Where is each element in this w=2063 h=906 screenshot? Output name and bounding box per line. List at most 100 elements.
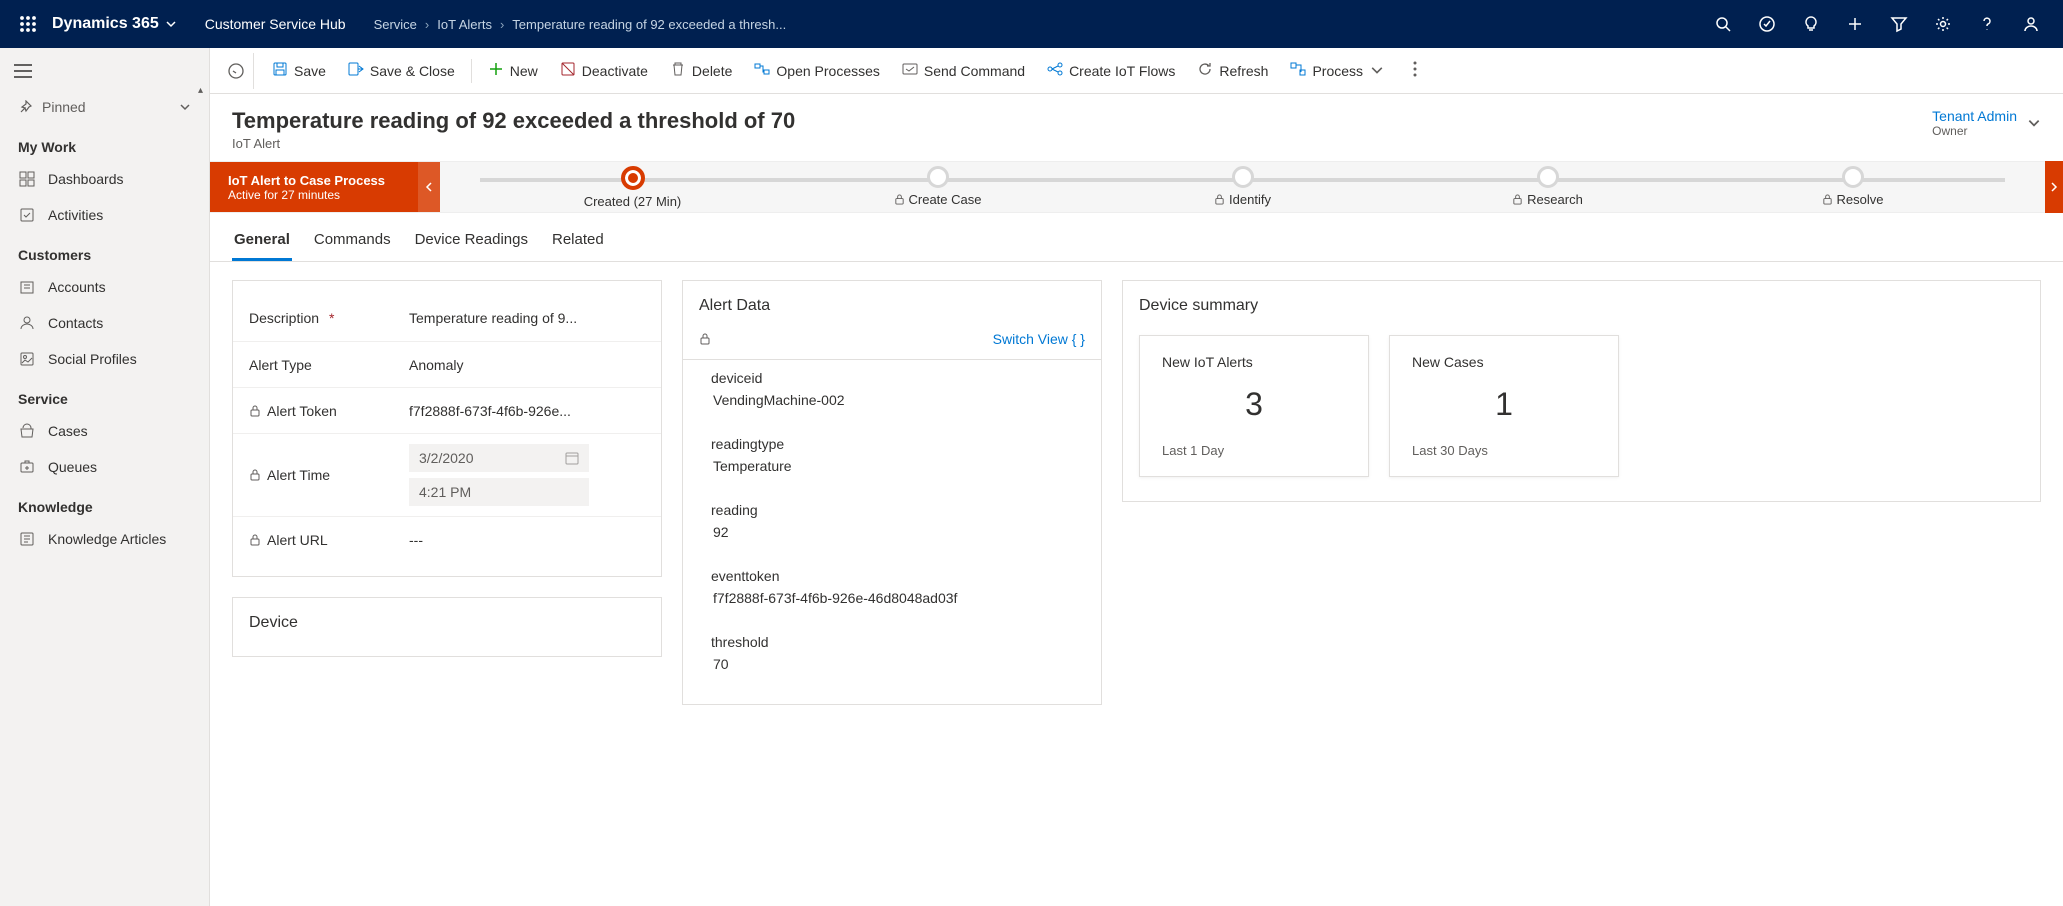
new-button[interactable]: New [478, 55, 548, 86]
card-title: New IoT Alerts [1162, 354, 1346, 370]
tab-general[interactable]: General [232, 225, 292, 261]
stage-label: Create Case [894, 192, 982, 207]
field-alert-type[interactable]: Alert Type Anomaly [233, 341, 661, 387]
alert-data-item: reading92 [683, 492, 1101, 558]
deactivate-button[interactable]: Deactivate [550, 55, 658, 86]
collapse-caret-icon[interactable]: ▴ [198, 85, 203, 96]
sidebar-item-queues[interactable]: Queues [0, 449, 209, 485]
command-bar: SaveSave & Close New Deactivate Delete Open … [210, 48, 2063, 94]
process-next-icon[interactable] [2045, 161, 2063, 213]
process-stage[interactable]: Identify [1090, 166, 1395, 209]
alert-data-value: f7f2888f-673f-4f6b-926e-46d8048ad03f [711, 590, 1073, 606]
sidebar-item-contacts[interactable]: Contacts [0, 305, 209, 341]
owner-value: Tenant Admin [1932, 108, 2017, 124]
summary-card[interactable]: New Cases1Last 30 Days [1389, 335, 1619, 477]
owner-field[interactable]: Tenant Admin Owner [1932, 108, 2041, 138]
user-icon[interactable] [2011, 0, 2051, 48]
task-icon[interactable] [1747, 0, 1787, 48]
help-icon[interactable] [1967, 0, 2007, 48]
stage-label: Resolve [1822, 192, 1884, 207]
stage-label: Created (27 Min) [584, 194, 682, 209]
sidebar-item-accounts[interactable]: Accounts [0, 269, 209, 305]
field-value: Anomaly [409, 357, 645, 373]
summary-card[interactable]: New IoT Alerts3Last 1 Day [1139, 335, 1369, 477]
history-icon[interactable] [218, 53, 254, 89]
social-icon [18, 350, 36, 368]
process-stage[interactable]: Research [1395, 166, 1700, 209]
alert-data-panel: Alert Data Switch View { } deviceidVendi… [682, 280, 1102, 705]
stage-label: Identify [1214, 192, 1271, 207]
form-tabs: General Commands Device Readings Related [210, 213, 2063, 262]
tab-related[interactable]: Related [550, 225, 606, 261]
lock-icon [249, 534, 261, 546]
save-close-button[interactable]: Save & Close [338, 55, 465, 86]
record-header: Temperature reading of 92 exceeded a thr… [210, 94, 2063, 161]
process-name-block[interactable]: IoT Alert to Case Process Active for 27 … [210, 162, 440, 212]
sidebar-item-cases[interactable]: Cases [0, 413, 209, 449]
switch-view-link[interactable]: Switch View { } [993, 331, 1085, 347]
cmd-label: New [510, 63, 538, 79]
process-ribbon: IoT Alert to Case Process Active for 27 … [210, 161, 2063, 213]
open-processes-button[interactable]: Open Processes [744, 55, 890, 86]
process-button[interactable]: Process [1280, 55, 1395, 86]
device-summary-panel: Device summary New IoT Alerts3Last 1 Day… [1122, 280, 2041, 502]
tab-commands[interactable]: Commands [312, 225, 393, 261]
alert-data-item: readingtypeTemperature [683, 426, 1101, 492]
alert-data-value: 92 [711, 524, 1073, 540]
alert-data-item: eventtokenf7f2888f-673f-4f6b-926e-46d804… [683, 558, 1101, 624]
section-title: Device summary [1123, 295, 2040, 325]
sidebar-item-social-profiles[interactable]: Social Profiles [0, 341, 209, 377]
filter-icon[interactable] [1879, 0, 1919, 48]
hub-name[interactable]: Customer Service Hub [205, 16, 346, 32]
sidebar-item-knowledge-articles[interactable]: Knowledge Articles [0, 521, 209, 557]
refresh-button[interactable]: Refresh [1187, 55, 1278, 86]
create-iot-flows-button[interactable]: Create IoT Flows [1037, 55, 1185, 86]
cmd-label: Delete [692, 63, 732, 79]
app-launcher-icon[interactable] [12, 8, 44, 40]
process-stage[interactable]: Create Case [785, 166, 1090, 209]
process-icon [1290, 61, 1306, 80]
record-entity: IoT Alert [232, 136, 795, 151]
process-stages: Created (27 Min) Create Case Identify Re… [440, 166, 2045, 209]
section-title: Device [233, 612, 661, 642]
breadcrumb: Service › IoT Alerts › Temperature readi… [374, 17, 787, 32]
main-content: SaveSave & Close New Deactivate Delete Open … [210, 48, 2063, 906]
sidebar-item-label: Knowledge Articles [48, 531, 166, 547]
sidebar-item-label: Accounts [48, 279, 106, 295]
required-marker: * [329, 310, 334, 326]
search-icon[interactable] [1703, 0, 1743, 48]
queues-icon [18, 458, 36, 476]
chevron-down-icon [1369, 63, 1385, 79]
alert-data-item: deviceidVendingMachine-002 [683, 360, 1101, 426]
breadcrumb-item: Temperature reading of 92 exceeded a thr… [512, 17, 786, 32]
process-stage[interactable]: Created (27 Min) [480, 166, 785, 209]
save-button[interactable]: Save [262, 55, 336, 86]
brand-title[interactable]: Dynamics 365 [52, 15, 177, 33]
alert-data-key: threshold [711, 634, 1073, 650]
delete-button[interactable]: Delete [660, 55, 742, 86]
gear-icon[interactable] [1923, 0, 1963, 48]
sidebar-item-dashboards[interactable]: Dashboards [0, 161, 209, 197]
card-title: New Cases [1412, 354, 1596, 370]
alert-data-value: Temperature [711, 458, 1073, 474]
field-description[interactable]: Description* Temperature reading of 9... [233, 295, 661, 341]
sidebar-item-activities[interactable]: Activities [0, 197, 209, 233]
send-command-button[interactable]: Send Command [892, 55, 1035, 86]
lightbulb-icon[interactable] [1791, 0, 1831, 48]
process-collapse-icon[interactable] [418, 162, 440, 212]
more-commands[interactable] [1403, 55, 1427, 86]
process-status: Active for 27 minutes [228, 188, 422, 202]
lock-icon [1822, 194, 1833, 205]
cmd-label: Create IoT Flows [1069, 63, 1175, 79]
breadcrumb-item[interactable]: IoT Alerts [437, 17, 492, 32]
breadcrumb-item[interactable]: Service [374, 17, 417, 32]
pinned-section[interactable]: ▴ Pinned [0, 89, 209, 125]
card-value: 1 [1412, 386, 1596, 423]
plus-icon[interactable] [1835, 0, 1875, 48]
sidebar-group-title: Customers [0, 233, 209, 269]
hamburger-icon[interactable] [0, 56, 209, 89]
process-stage[interactable]: Resolve [1700, 166, 2005, 209]
field-label: Alert Token [267, 403, 337, 419]
field-value: --- [409, 532, 645, 548]
tab-device-readings[interactable]: Device Readings [413, 225, 530, 261]
